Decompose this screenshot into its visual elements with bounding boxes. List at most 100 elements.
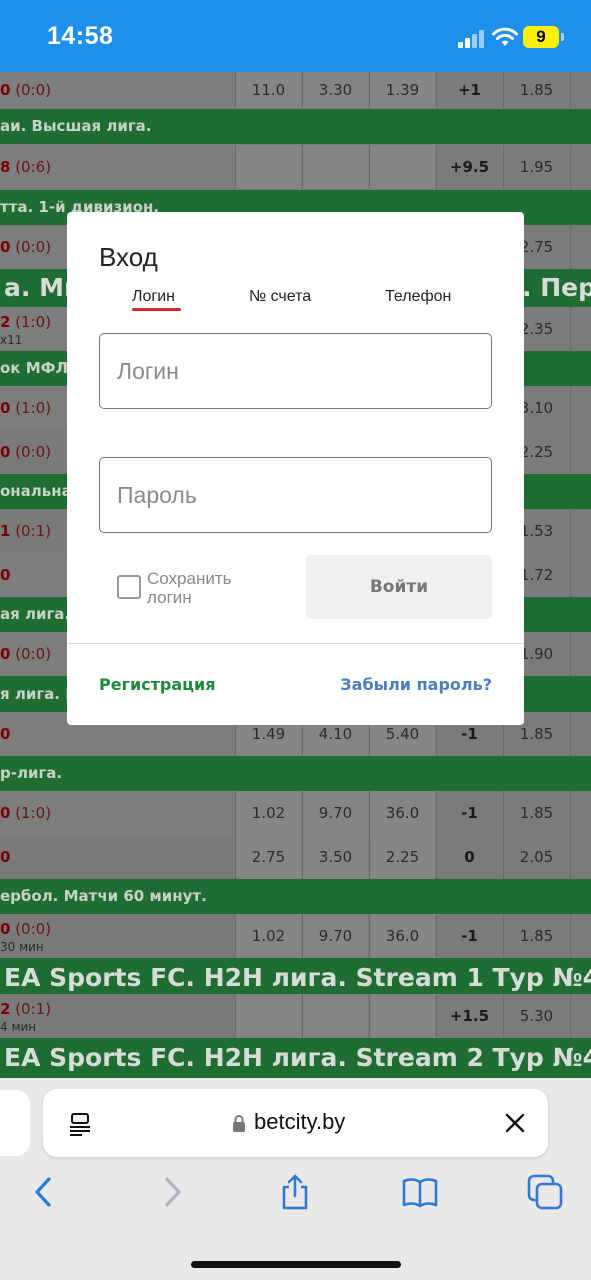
password-input[interactable] [100, 458, 491, 532]
odds-cell[interactable] [302, 994, 368, 1038]
match-score: 2 (1:0) [0, 313, 52, 331]
bookmarks-icon[interactable] [402, 1174, 438, 1210]
save-login-checkbox[interactable] [117, 575, 141, 599]
modal-title: Вход [99, 242, 158, 272]
odds-cell[interactable]: 3.30 [302, 72, 368, 108]
odds-cell[interactable]: 1.02 [235, 791, 301, 835]
forward-icon[interactable] [154, 1174, 190, 1210]
odds-cell[interactable] [235, 994, 301, 1038]
odds-cell[interactable]: 2.25 [369, 835, 435, 879]
league-header-row: EA Sports FC. H2H лига. Stream 1 Тур №4. [0, 958, 591, 998]
league-header-row: ербол. Матчи 60 минут. [0, 879, 591, 914]
match-score: 0 (0:0) [0, 238, 52, 256]
odds-cell[interactable]: 36.0 [369, 791, 435, 835]
lock-icon [233, 1115, 245, 1132]
odds-cell[interactable]: 36.0 [369, 914, 435, 958]
login-input[interactable] [100, 334, 491, 408]
match-score: 8 (0:6) [0, 158, 52, 176]
odds-cell[interactable]: 1.39 [369, 72, 435, 108]
odds-cell[interactable] [570, 72, 591, 108]
match-row: 2 (0:1) 4 мин +1.5 5.30 [0, 994, 591, 1038]
odds-cell[interactable] [570, 632, 591, 676]
forgot-password-link[interactable]: Забыли пароль? [340, 675, 492, 694]
battery-tip [561, 33, 564, 41]
previous-tab-preview[interactable] [0, 1090, 30, 1156]
odds-cell[interactable]: 3.50 [302, 835, 368, 879]
register-link[interactable]: Регистрация [99, 675, 216, 694]
tabs-icon[interactable] [527, 1174, 563, 1210]
league-name: я лига. В [0, 685, 77, 703]
odds-cell[interactable]: 2.75 [235, 835, 301, 879]
home-indicator [191, 1261, 401, 1268]
match-score: 0 [0, 848, 11, 866]
modal-divider [67, 643, 524, 644]
league-name: . Пер [522, 273, 591, 302]
odds-cell[interactable] [570, 553, 591, 597]
address-bar[interactable]: betcity.by [43, 1089, 548, 1157]
odds-cell[interactable] [570, 791, 591, 835]
match-row: 0 (0:0) 11.0 3.30 1.39 +1 1.85 [0, 72, 591, 108]
tab-login[interactable]: Логин [132, 288, 175, 306]
match-subtext: 4 мин [0, 1020, 37, 1034]
odds-cell[interactable]: 11.0 [235, 72, 301, 108]
odds-cell[interactable] [570, 835, 591, 879]
match-score: 0 (0:0) [0, 920, 52, 938]
odds-cell[interactable]: -1 [436, 914, 502, 958]
odds-cell[interactable] [570, 914, 591, 958]
share-icon[interactable] [277, 1174, 313, 1210]
odds-cell[interactable]: 9.70 [302, 914, 368, 958]
league-name: ок МФЛ [0, 359, 68, 377]
odds-cell[interactable]: 2.05 [503, 835, 569, 879]
login-field[interactable] [99, 333, 492, 409]
tab-account-number[interactable]: № счета [249, 288, 311, 306]
league-header-row: EA Sports FC. H2H лига. Stream 2 Тур №4. [0, 1038, 591, 1078]
match-row: 0 (1:0) 1.02 9.70 36.0 -1 1.85 [0, 791, 591, 835]
odds-cell[interactable]: 1.85 [503, 914, 569, 958]
odds-cell[interactable] [570, 145, 591, 189]
odds-cell[interactable] [369, 145, 435, 189]
odds-cell[interactable] [570, 509, 591, 553]
active-tab-indicator [132, 308, 181, 311]
odds-cell[interactable]: 1.85 [503, 72, 569, 108]
league-name: ональна [0, 482, 72, 500]
match-score: 2 (0:1) [0, 1000, 52, 1018]
league-name: аи. Высшая лига. [0, 117, 152, 135]
close-icon[interactable] [505, 1113, 525, 1133]
league-name: р-лига. [0, 764, 63, 782]
odds-cell[interactable]: 1.95 [503, 145, 569, 189]
save-login-label[interactable]: Сохранить логин [147, 569, 267, 607]
odds-cell[interactable] [570, 307, 591, 351]
odds-cell[interactable] [302, 145, 368, 189]
match-row: 8 (0:6) +9.5 1.95 [0, 145, 591, 189]
tab-phone[interactable]: Телефон [385, 288, 451, 306]
odds-cell[interactable] [570, 225, 591, 269]
match-score: 0 [0, 725, 11, 743]
odds-cell[interactable]: 1.85 [503, 791, 569, 835]
odds-cell[interactable]: +1.5 [436, 994, 502, 1038]
back-icon[interactable] [26, 1174, 62, 1210]
page-menu-icon[interactable] [69, 1112, 91, 1136]
league-name: EA Sports FC. H2H лига. Stream 2 Тур №4. [4, 1043, 591, 1072]
odds-cell[interactable]: 9.70 [302, 791, 368, 835]
odds-cell[interactable]: 5.30 [503, 994, 569, 1038]
battery-icon: 9 [523, 26, 559, 48]
odds-cell[interactable] [369, 994, 435, 1038]
odds-cell[interactable]: +9.5 [436, 145, 502, 189]
odds-cell[interactable] [570, 712, 591, 756]
odds-cell[interactable]: 0 [436, 835, 502, 879]
browser-toolbar: betcity.by [0, 1078, 591, 1280]
odds-cell[interactable] [570, 430, 591, 474]
odds-cell[interactable] [570, 994, 591, 1038]
url-text: betcity.by [254, 1109, 346, 1134]
league-name: ербол. Матчи 60 минут. [0, 887, 207, 905]
league-header-row: аи. Высшая лига. [0, 109, 591, 144]
password-field[interactable] [99, 457, 492, 533]
odds-cell[interactable]: +1 [436, 72, 502, 108]
login-submit-button[interactable]: Войти [306, 555, 492, 619]
match-score: 0 (0:0) [0, 443, 52, 461]
odds-cell[interactable] [570, 386, 591, 430]
odds-cell[interactable]: 1.02 [235, 914, 301, 958]
login-modal: Вход Логин № счета Телефон Сохранить лог… [67, 212, 524, 725]
odds-cell[interactable] [235, 145, 301, 189]
odds-cell[interactable]: -1 [436, 791, 502, 835]
